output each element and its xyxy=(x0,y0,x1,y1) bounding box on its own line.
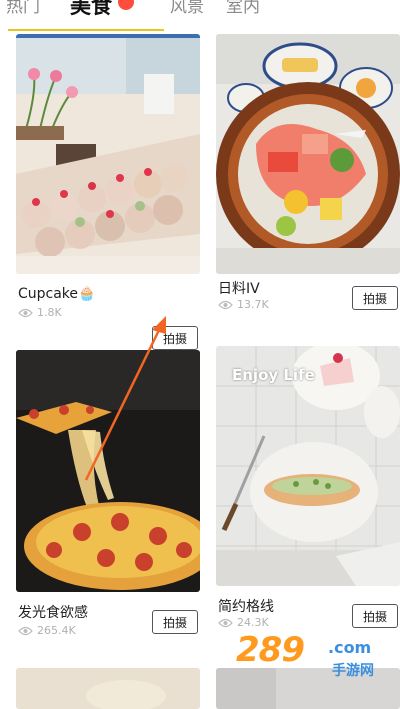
shoot-button[interactable]: 拍摄 xyxy=(352,286,398,310)
filter-card-simple-grid[interactable]: Enjoy Life 简约格线 24.3K 拍摄 xyxy=(216,346,400,642)
card-title: 日料IV xyxy=(218,281,260,297)
filter-card-japanese[interactable]: 日料IV 13.7K 拍摄 xyxy=(216,34,400,324)
card-title: Cupcake🧁 xyxy=(18,286,96,302)
watermark-site: 手游网 xyxy=(332,663,374,679)
view-count-value: 1.8K xyxy=(37,306,62,319)
view-count: 24.3K xyxy=(218,616,269,629)
filter-card-cupcake[interactable]: Cupcake🧁 1.8K 拍摄 xyxy=(16,34,200,350)
card-title: 发光食欲感 xyxy=(18,605,88,621)
pizza-thumbnail[interactable] xyxy=(16,350,200,592)
shoot-button[interactable]: 拍摄 xyxy=(152,610,198,634)
shoot-button[interactable]: 拍摄 xyxy=(352,604,398,628)
shoot-button[interactable]: 拍摄 xyxy=(152,326,198,350)
view-count-value: 24.3K xyxy=(237,616,269,629)
filter-card-glow[interactable]: 发光食欲感 265.4K 拍摄 xyxy=(16,350,200,646)
tab-indoor[interactable]: 室内 xyxy=(226,0,260,17)
view-count: 265.4K xyxy=(18,624,76,637)
view-count: 13.7K xyxy=(218,298,269,311)
view-count-value: 13.7K xyxy=(237,298,269,311)
watermark-number: 289 xyxy=(236,630,305,670)
next-card-peek-left[interactable] xyxy=(16,668,200,709)
view-count: 1.8K xyxy=(18,306,62,319)
tab-scenery[interactable]: 风景 xyxy=(170,0,204,17)
site-watermark: 289 .com 手游网 xyxy=(236,630,396,690)
eye-icon xyxy=(218,300,233,309)
tab-hot[interactable]: 热门 xyxy=(6,0,40,17)
cupcake-thumbnail[interactable] xyxy=(16,34,200,274)
view-count-value: 265.4K xyxy=(37,624,76,637)
card-title: 简约格线 xyxy=(218,599,274,615)
simple-grid-thumbnail[interactable]: Enjoy Life xyxy=(216,346,400,586)
active-tab-indicator xyxy=(8,29,164,31)
hot-badge-icon xyxy=(118,0,134,10)
eye-icon xyxy=(18,626,33,635)
tab-food[interactable]: 美食 xyxy=(70,0,112,20)
japanese-food-thumbnail[interactable] xyxy=(216,34,400,274)
enjoy-life-text: Enjoy Life xyxy=(232,366,315,384)
watermark-domain: .com xyxy=(328,638,372,657)
category-tabbar: 热门 美食 风景 室内 xyxy=(0,0,400,34)
eye-icon xyxy=(18,308,33,317)
eye-icon xyxy=(218,618,233,627)
